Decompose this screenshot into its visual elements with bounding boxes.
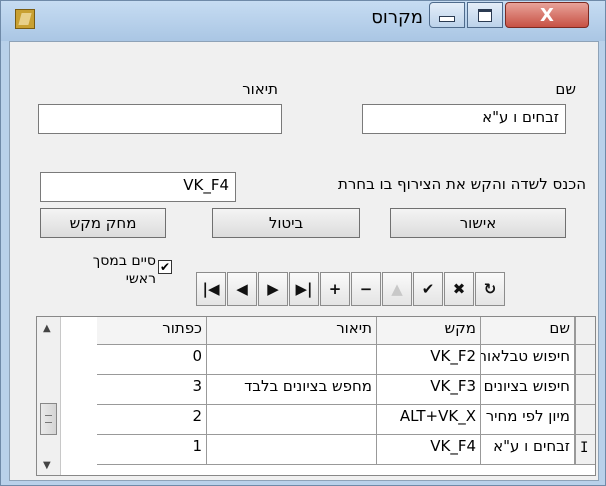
nav-next-button[interactable]: ▶ bbox=[258, 272, 288, 306]
table-cell[interactable] bbox=[207, 405, 377, 435]
description-label: תיאור bbox=[242, 80, 278, 98]
minus-icon: − bbox=[359, 280, 373, 298]
db-navigator: |◀ ◀ ▶ ▶| + − ▲ ✔ ✖ ↻ bbox=[196, 272, 506, 306]
column-header-button[interactable]: כפתור bbox=[97, 317, 207, 345]
checkmark-icon: ✔ bbox=[159, 260, 171, 274]
nav-delete-button[interactable]: − bbox=[351, 272, 381, 306]
last-icon: ▶| bbox=[295, 280, 313, 298]
row-indicator[interactable] bbox=[575, 405, 595, 435]
table-cell[interactable]: 1 bbox=[97, 435, 207, 465]
minimize-icon bbox=[439, 16, 455, 22]
name-label: שם bbox=[555, 80, 576, 98]
scroll-up-icon[interactable]: ▲ bbox=[43, 323, 51, 334]
key-instruction-label: הכנס לשדה והקש את הצירוף בו בחרת bbox=[337, 175, 586, 193]
table-cell[interactable]: זבחים ו ע"א bbox=[481, 435, 575, 465]
prior-icon: ◀ bbox=[236, 280, 248, 298]
table-cell[interactable]: חיפוש בציונים bbox=[481, 375, 575, 405]
first-icon: |◀ bbox=[202, 280, 220, 298]
text-cursor-icon: I bbox=[580, 440, 589, 456]
header-indicator bbox=[575, 317, 595, 345]
close-on-main-label: סיים במסך ראשי bbox=[92, 253, 156, 287]
edit-icon: ▲ bbox=[391, 280, 403, 298]
row-indicator[interactable] bbox=[575, 345, 595, 375]
plus-icon: + bbox=[328, 280, 342, 298]
nav-prior-button[interactable]: ◀ bbox=[227, 272, 257, 306]
client-area: שם זבחים ו ע"א תיאור הכנס לשדה והקש את ה… bbox=[9, 41, 599, 481]
table-cell[interactable] bbox=[207, 435, 377, 465]
table-cell[interactable]: מיון לפי מחיר bbox=[481, 405, 575, 435]
nav-first-button[interactable]: |◀ bbox=[196, 272, 226, 306]
table-cell[interactable]: 3 bbox=[97, 375, 207, 405]
ok-button[interactable]: אישור bbox=[390, 208, 566, 238]
row-indicator-current[interactable]: I bbox=[575, 435, 595, 465]
scroll-down-icon[interactable]: ▼ bbox=[43, 460, 51, 471]
macros-window: מקרוס X שם זבחים ו ע"א תיאור הכנס לשדה ו… bbox=[0, 0, 606, 486]
vertical-scrollbar[interactable]: ▲ ▼ bbox=[37, 317, 61, 475]
nav-last-button[interactable]: ▶| bbox=[289, 272, 319, 306]
column-header-name[interactable]: שם bbox=[481, 317, 575, 345]
name-field[interactable]: זבחים ו ע"א bbox=[362, 104, 566, 134]
key-field[interactable]: VK_F4 bbox=[40, 172, 236, 202]
column-header-description[interactable]: תיאור bbox=[207, 317, 377, 345]
title-bar[interactable]: מקרוס X bbox=[1, 1, 605, 41]
delete-key-button[interactable]: מחק מקש bbox=[40, 208, 166, 238]
app-icon[interactable] bbox=[15, 9, 35, 29]
table-cell[interactable]: מחפש בציונים בלבד bbox=[207, 375, 377, 405]
table-cell[interactable]: VK_F2 bbox=[377, 345, 481, 375]
maximize-icon bbox=[478, 8, 492, 22]
next-icon: ▶ bbox=[267, 280, 279, 298]
nav-cancel-button[interactable]: ✖ bbox=[444, 272, 474, 306]
minimize-button[interactable] bbox=[429, 2, 465, 28]
check-icon: ✔ bbox=[421, 280, 435, 298]
table-cell[interactable]: 0 bbox=[97, 345, 207, 375]
close-icon: X bbox=[540, 4, 554, 26]
nav-post-button[interactable]: ✔ bbox=[413, 272, 443, 306]
description-field[interactable] bbox=[38, 104, 282, 134]
table-cell[interactable]: VK_F4 bbox=[377, 435, 481, 465]
maximize-button[interactable] bbox=[467, 2, 503, 28]
row-indicator[interactable] bbox=[575, 375, 595, 405]
nav-edit-button[interactable]: ▲ bbox=[382, 272, 412, 306]
table-cell[interactable] bbox=[207, 345, 377, 375]
table-cell[interactable]: ALT+VK_X bbox=[377, 405, 481, 435]
column-header-key[interactable]: מקש bbox=[377, 317, 481, 345]
x-icon: ✖ bbox=[452, 280, 466, 298]
nav-refresh-button[interactable]: ↻ bbox=[475, 272, 505, 306]
window-title: מקרוס bbox=[371, 7, 423, 28]
table-cell[interactable]: VK_F3 bbox=[377, 375, 481, 405]
table-cell[interactable]: חיפוש טבלאות bbox=[481, 345, 575, 375]
table-cell[interactable]: 2 bbox=[97, 405, 207, 435]
close-button[interactable]: X bbox=[505, 2, 589, 28]
refresh-icon: ↻ bbox=[483, 280, 497, 298]
scroll-thumb[interactable] bbox=[40, 403, 57, 435]
nav-insert-button[interactable]: + bbox=[320, 272, 350, 306]
close-on-main-checkbox[interactable]: ✔ bbox=[158, 260, 172, 274]
cancel-button[interactable]: ביטול bbox=[212, 208, 360, 238]
macros-grid[interactable]: ▲ ▼ שם מקש תיאור כפתור חיפוש טבלאות VK_F… bbox=[36, 316, 596, 476]
